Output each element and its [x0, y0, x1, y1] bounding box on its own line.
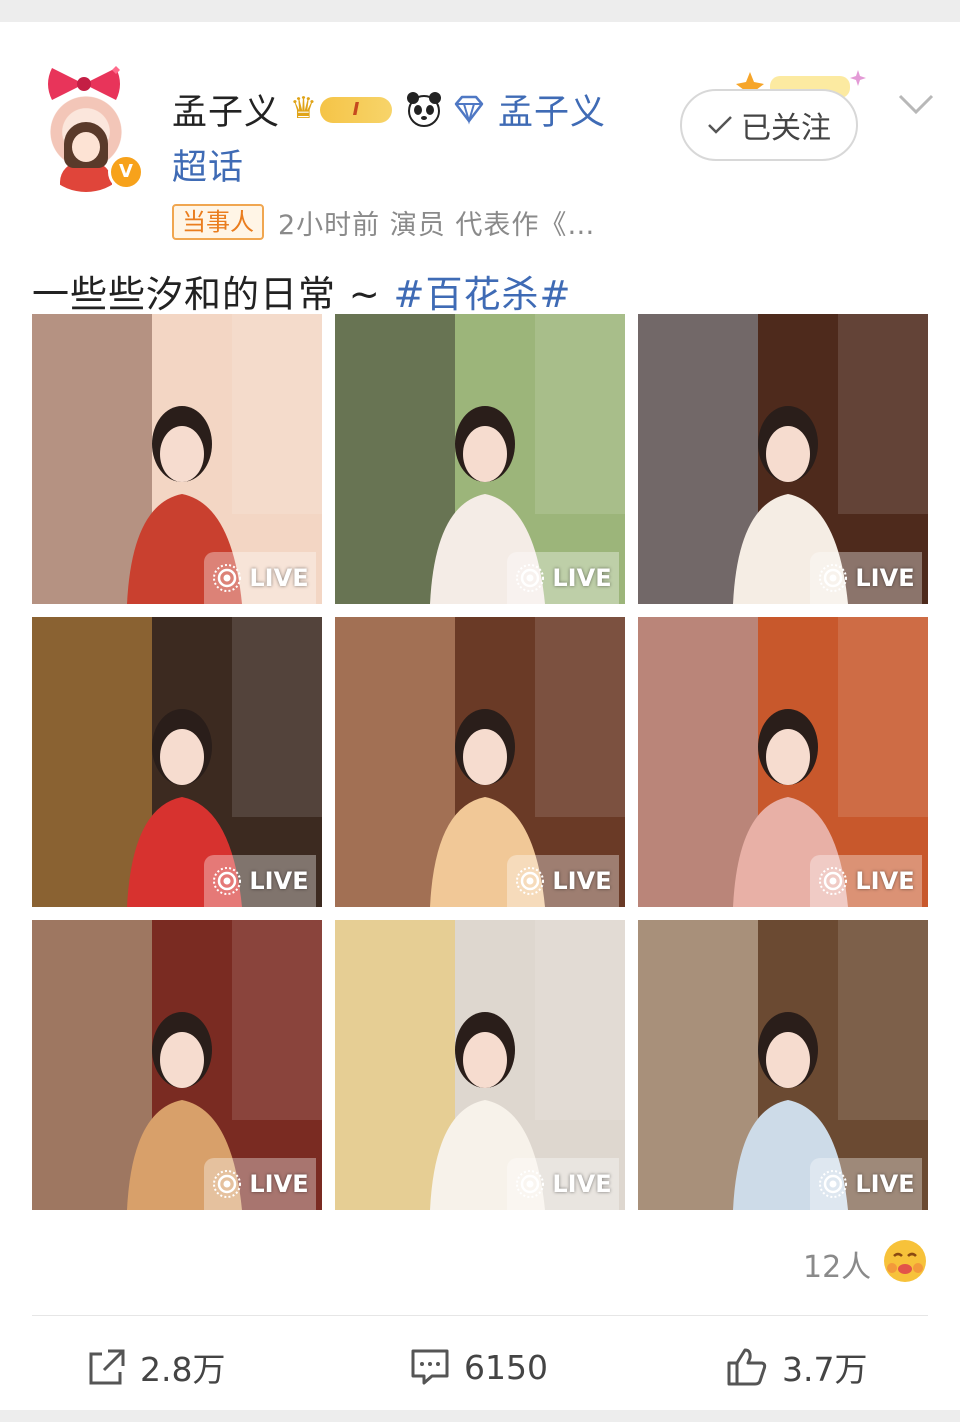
post-card: V 孟子义 ♛ I 孟子义 超话 已关注 当事人 2小时前 演员 代表作《… 一…: [0, 22, 960, 1410]
photo-thumbnail[interactable]: LIVE: [638, 314, 928, 604]
chevron-down-icon[interactable]: [896, 90, 936, 118]
avatar[interactable]: V: [36, 64, 144, 192]
like-button[interactable]: 3.7万: [726, 1344, 867, 1390]
like-icon: [727, 1348, 767, 1386]
member-level-badge[interactable]: ♛ I: [290, 89, 400, 129]
repost-count: 2.8万: [140, 1350, 226, 1389]
live-photo-badge: LIVE: [204, 855, 316, 907]
follow-button-label: 已关注: [741, 111, 831, 146]
live-photo-badge: LIVE: [810, 552, 922, 604]
hashtag-link[interactable]: #百花杀#: [394, 273, 572, 316]
panda-icon[interactable]: [404, 89, 444, 129]
live-photo-badge: LIVE: [204, 1158, 316, 1210]
live-label: LIVE: [249, 867, 309, 895]
live-photo-badge: LIVE: [810, 855, 922, 907]
post-meta: 当事人 2小时前 演员 代表作《…: [172, 202, 595, 242]
post-text: 一些些汐和的日常 ~ #百花杀#: [32, 264, 572, 318]
post-time-and-description: 2小时前 演员 代表作《…: [278, 209, 596, 241]
repost-button[interactable]: 2.8万: [88, 1344, 225, 1390]
live-photo-badge: LIVE: [204, 552, 316, 604]
likers-count[interactable]: 12人: [803, 1242, 871, 1286]
photo-thumbnail[interactable]: LIVE: [335, 314, 625, 604]
live-label: LIVE: [855, 564, 915, 592]
live-icon: [213, 1170, 242, 1198]
live-icon: [213, 867, 242, 895]
super-topic-link[interactable]: 孟子义: [498, 84, 606, 135]
live-photo-badge: LIVE: [507, 552, 619, 604]
party-badge: 当事人: [172, 204, 264, 240]
check-icon: [708, 116, 732, 134]
live-photo-badge: LIVE: [507, 855, 619, 907]
comment-count: 6150: [464, 1347, 548, 1387]
crown-icon: ♛: [290, 91, 317, 126]
photo-thumbnail[interactable]: LIVE: [335, 920, 625, 1210]
comment-icon: [411, 1349, 449, 1385]
live-icon: [516, 1170, 545, 1198]
photo-thumbnail[interactable]: LIVE: [32, 920, 322, 1210]
live-icon: [819, 1170, 848, 1198]
hug-emoji-icon[interactable]: [882, 1238, 928, 1284]
level-pill: I: [320, 97, 393, 123]
photo-thumbnail[interactable]: LIVE: [32, 617, 322, 907]
divider: [32, 1315, 928, 1316]
photo-grid: LIVE LIVE LIVE LIVE LIVE LIVE LIVE LIVE LIVE: [32, 314, 928, 1210]
post-body: 一些些汐和的日常 ~: [32, 273, 394, 316]
photo-thumbnail[interactable]: LIVE: [638, 617, 928, 907]
author-name-row: 孟子义 ♛ I 孟子义: [172, 84, 606, 134]
live-label: LIVE: [552, 1170, 612, 1198]
live-icon: [819, 867, 848, 895]
live-icon: [516, 564, 545, 592]
live-label: LIVE: [552, 564, 612, 592]
like-count: 3.7万: [782, 1350, 868, 1389]
repost-icon: [89, 1349, 125, 1385]
live-icon: [819, 564, 848, 592]
photo-thumbnail[interactable]: LIVE: [638, 920, 928, 1210]
live-icon: [516, 867, 545, 895]
live-label: LIVE: [249, 564, 309, 592]
photo-thumbnail[interactable]: LIVE: [335, 617, 625, 907]
diamond-icon[interactable]: [452, 92, 486, 126]
photo-thumbnail[interactable]: LIVE: [32, 314, 322, 604]
live-label: LIVE: [552, 867, 612, 895]
live-icon: [213, 564, 242, 592]
live-label: LIVE: [249, 1170, 309, 1198]
live-label: LIVE: [855, 1170, 915, 1198]
verified-badge: V: [108, 154, 144, 190]
comment-button[interactable]: 6150: [410, 1344, 548, 1390]
follow-button[interactable]: 已关注: [680, 89, 858, 161]
live-photo-badge: LIVE: [507, 1158, 619, 1210]
live-label: LIVE: [855, 867, 915, 895]
author-name[interactable]: 孟子义: [172, 84, 280, 135]
super-topic-link-line2[interactable]: 超话: [172, 139, 244, 190]
live-photo-badge: LIVE: [810, 1158, 922, 1210]
